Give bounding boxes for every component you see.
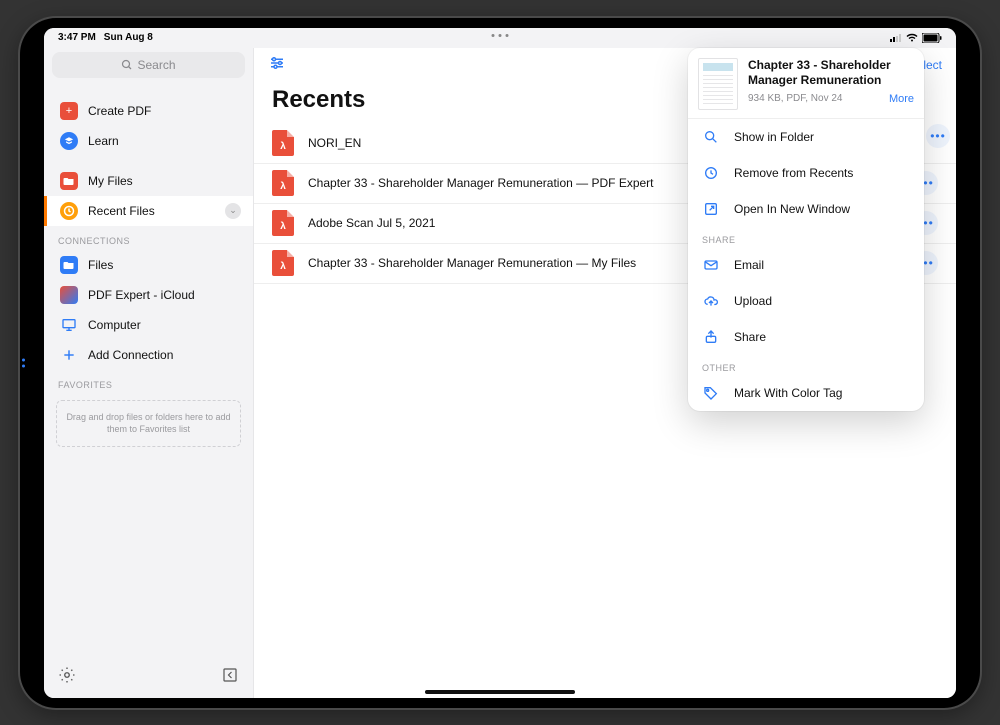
- menu-remove-recents[interactable]: Remove from Recents: [688, 155, 924, 191]
- status-time: 3:47 PM: [58, 32, 96, 43]
- pdf-file-icon: λ: [272, 130, 294, 156]
- history-icon: [702, 165, 720, 181]
- status-date: Sun Aug 8: [104, 32, 153, 43]
- menu-color-tag[interactable]: Mark With Color Tag: [688, 375, 924, 411]
- menu-share[interactable]: Share: [688, 319, 924, 355]
- menu-label: Open In New Window: [734, 202, 850, 216]
- graduation-icon: [60, 132, 78, 150]
- sidebar-item-recent-files[interactable]: Recent Files ⌄: [44, 196, 253, 226]
- menu-label: Mark With Color Tag: [734, 386, 842, 400]
- sidebar-section-connections: CONNECTIONS: [44, 226, 253, 250]
- wifi-icon: [906, 33, 918, 42]
- search-input[interactable]: Search: [52, 52, 245, 78]
- mail-icon: [702, 257, 720, 273]
- tag-icon: [702, 385, 720, 401]
- menu-email[interactable]: Email: [688, 247, 924, 283]
- multitasking-dots[interactable]: [492, 34, 509, 37]
- popover-section-other: OTHER: [688, 355, 924, 375]
- cloud-upload-icon: [702, 293, 720, 309]
- pdf-file-icon: λ: [272, 250, 294, 276]
- sidebar-item-label: Computer: [88, 318, 241, 332]
- sliders-icon: [268, 54, 286, 72]
- folder-ios-icon: [60, 256, 78, 274]
- popover-more-link[interactable]: More: [889, 93, 914, 105]
- popover-section-share: SHARE: [688, 227, 924, 247]
- plus-icon: [60, 346, 78, 364]
- menu-open-new-window[interactable]: Open In New Window: [688, 191, 924, 227]
- sidebar-item-learn[interactable]: Learn: [44, 126, 253, 156]
- settings-button[interactable]: [58, 666, 76, 689]
- plus-doc-icon: +: [60, 102, 78, 120]
- sidebar-item-label: Recent Files: [88, 204, 225, 218]
- sidebar-item-pdfexpert-icloud[interactable]: PDF Expert - iCloud: [44, 280, 253, 310]
- collapse-sidebar-button[interactable]: [221, 666, 239, 689]
- search-icon: [121, 59, 133, 71]
- menu-label: Share: [734, 330, 766, 344]
- folder-icon: [60, 172, 78, 190]
- pdfexpert-icon: [60, 286, 78, 304]
- gear-icon: [58, 666, 76, 684]
- sidebar-item-label: Add Connection: [88, 348, 241, 362]
- home-indicator[interactable]: [425, 690, 575, 694]
- menu-label: Upload: [734, 294, 772, 308]
- pdf-file-icon: λ: [272, 210, 294, 236]
- share-icon: [702, 329, 720, 345]
- pdf-file-icon: λ: [272, 170, 294, 196]
- menu-label: Remove from Recents: [734, 166, 853, 180]
- sidebar-section-favorites: FAVORITES: [44, 370, 253, 394]
- sidebar-item-add-connection[interactable]: Add Connection: [44, 340, 253, 370]
- main-content: Select Recents λ NORI_EN λ Chapter 33 - …: [254, 48, 956, 698]
- clock-icon: [60, 202, 78, 220]
- favorites-drop-zone[interactable]: Drag and drop files or folders here to a…: [56, 400, 241, 447]
- new-window-icon: [702, 201, 720, 217]
- collapse-icon: [221, 666, 239, 684]
- chevron-down-icon[interactable]: ⌄: [225, 203, 241, 219]
- popover-title: Chapter 33 - Shareholder Manager Remuner…: [748, 58, 914, 89]
- sidebar-item-files[interactable]: Files: [44, 250, 253, 280]
- sidebar-item-label: Learn: [88, 134, 241, 148]
- menu-show-in-folder[interactable]: Show in Folder: [688, 119, 924, 155]
- menu-label: Email: [734, 258, 764, 272]
- sidebar-item-label: Create PDF: [88, 104, 241, 118]
- document-thumbnail: [698, 58, 738, 110]
- filter-button[interactable]: [268, 54, 286, 75]
- menu-label: Show in Folder: [734, 130, 814, 144]
- sidebar-item-computer[interactable]: Computer: [44, 310, 253, 340]
- status-indicators: [890, 33, 942, 43]
- battery-icon: [922, 33, 942, 43]
- sidebar-item-label: PDF Expert - iCloud: [88, 288, 241, 302]
- monitor-icon: [60, 316, 78, 334]
- sidebar-item-label: My Files: [88, 174, 241, 188]
- menu-upload[interactable]: Upload: [688, 283, 924, 319]
- sidebar-item-label: Files: [88, 258, 241, 272]
- status-bar: 3:47 PM Sun Aug 8: [44, 28, 956, 48]
- signal-icon: [890, 34, 902, 42]
- row-more-button[interactable]: •••: [926, 124, 950, 148]
- popover-meta: 934 KB, PDF, Nov 24: [748, 93, 843, 104]
- sidebar: Search + Create PDF Learn: [44, 48, 254, 698]
- context-menu-popover: Chapter 33 - Shareholder Manager Remuner…: [688, 48, 924, 411]
- sidebar-item-my-files[interactable]: My Files: [44, 166, 253, 196]
- sidebar-item-create-pdf[interactable]: + Create PDF: [44, 96, 253, 126]
- search-icon: [702, 129, 720, 145]
